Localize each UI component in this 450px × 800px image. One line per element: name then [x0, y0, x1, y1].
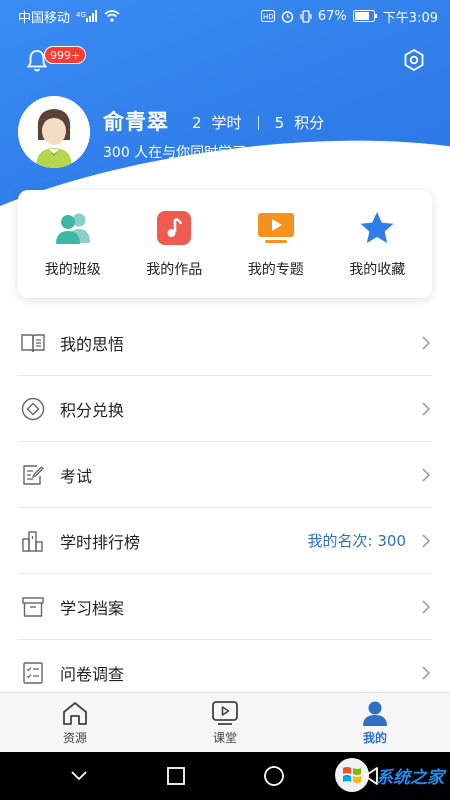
menu-item-points-exchange[interactable]: 积分兑换	[18, 376, 432, 442]
menu-item-label: 问卷调查	[60, 665, 125, 684]
user-stats: 2 学时 5 积分	[192, 112, 324, 133]
quick-action-label: 我的作品	[146, 262, 203, 278]
chevron-right-icon	[420, 335, 432, 351]
star-icon	[358, 209, 396, 247]
quick-action-my-works[interactable]: 我的作品	[126, 209, 222, 279]
nav-home-circle-icon[interactable]	[260, 762, 288, 790]
music-note-icon	[155, 209, 193, 247]
study-hours-unit: 学时	[211, 114, 242, 132]
classroom-play-icon	[212, 700, 238, 725]
tab-mine[interactable]: 我的	[325, 700, 425, 746]
tab-classroom[interactable]: 课堂	[175, 700, 275, 746]
menu-item-label: 考试	[60, 466, 93, 486]
concurrent-learners-text: 300 人在与你同时学习	[103, 145, 247, 161]
user-name: 俞青翠	[103, 110, 169, 134]
windows-logo-icon	[335, 758, 369, 792]
tab-resources[interactable]: 资源	[25, 700, 125, 746]
archive-box-icon	[20, 594, 46, 620]
class-group-icon	[54, 209, 92, 247]
chevron-right-icon	[420, 599, 432, 615]
open-book-icon	[20, 330, 46, 356]
quick-action-my-topics[interactable]: 我的专题	[228, 209, 324, 279]
quick-action-label: 我的班级	[44, 262, 101, 278]
my-rank-text: 我的名次: 300	[307, 532, 406, 550]
menu-item-label: 学时排行榜	[60, 532, 141, 552]
menu-item-label: 我的思悟	[60, 334, 125, 354]
vibrate-icon	[300, 9, 312, 23]
battery-icon	[352, 10, 377, 22]
study-hours-value: 2	[192, 113, 202, 132]
menu-item-hours-ranking[interactable]: 学时排行榜 我的名次: 300	[18, 508, 432, 574]
status-right: HD 67% 下午3:09	[260, 7, 438, 26]
nav-down-chevron-icon[interactable]	[65, 762, 93, 790]
tab-label: 资源	[62, 730, 87, 745]
battery-percent: 67%	[317, 8, 347, 24]
avatar-illustration-icon	[18, 96, 90, 168]
chevron-right-icon	[420, 665, 432, 681]
video-play-icon	[257, 209, 295, 247]
alarm-icon	[281, 10, 294, 23]
chevron-right-icon	[420, 533, 432, 549]
stats-divider	[257, 115, 259, 130]
chevron-right-icon	[420, 467, 432, 483]
menu-item-learning-archive[interactable]: 学习档案	[18, 574, 432, 640]
quick-action-my-favorites[interactable]: 我的收藏	[329, 209, 425, 279]
notification-badge: 999+	[44, 46, 87, 64]
quick-action-label: 我的专题	[247, 262, 304, 278]
exam-edit-icon	[20, 462, 46, 488]
menu-item-exam[interactable]: 考试	[18, 442, 432, 508]
home-icon	[63, 701, 87, 725]
points-value: 5	[274, 113, 285, 132]
profile-icon	[363, 701, 387, 726]
chevron-right-icon	[420, 401, 432, 417]
avatar[interactable]	[18, 96, 90, 168]
nav-recents-square-icon[interactable]	[162, 762, 190, 790]
checklist-icon	[20, 660, 46, 686]
watermark-text: 系统之家	[376, 767, 444, 788]
hd-icon: HD	[260, 10, 275, 22]
signal-icon: 4G	[76, 10, 98, 22]
quick-actions-card: 我的班级 我的作品 我的专题 我的收藏	[18, 190, 432, 298]
clock-time: 下午3:09	[382, 10, 438, 26]
quick-action-my-class[interactable]: 我的班级	[25, 209, 121, 279]
ranking-bars-icon	[20, 528, 46, 554]
svg-text:HD: HD	[263, 13, 274, 21]
menu-item-my-reflections[interactable]: 我的思悟	[18, 310, 432, 376]
menu-item-label: 积分兑换	[60, 400, 125, 420]
tab-label: 课堂	[212, 730, 237, 745]
carrier-label: 中国移动	[18, 10, 71, 26]
points-unit: 积分	[294, 114, 325, 132]
quick-action-label: 我的收藏	[349, 262, 406, 278]
status-left: 中国移动 4G	[18, 7, 120, 26]
menu-list: 我的思悟 积分兑换 考试 学时排行榜 我的名次: 300 学习档案 问卷调查	[0, 310, 450, 706]
status-bar: 中国移动 4G HD 67% 下午3:09	[0, 0, 450, 32]
wifi-icon	[104, 10, 120, 22]
svg-text:4G: 4G	[76, 11, 86, 19]
watermark-logo: 系统之家	[332, 756, 444, 794]
menu-item-label: 学习档案	[60, 598, 125, 618]
diamond-coin-icon	[20, 396, 46, 422]
settings-gear-icon[interactable]	[402, 48, 426, 72]
tab-label: 我的	[362, 730, 387, 745]
bottom-tab-bar: 资源 课堂 我的	[0, 692, 450, 752]
